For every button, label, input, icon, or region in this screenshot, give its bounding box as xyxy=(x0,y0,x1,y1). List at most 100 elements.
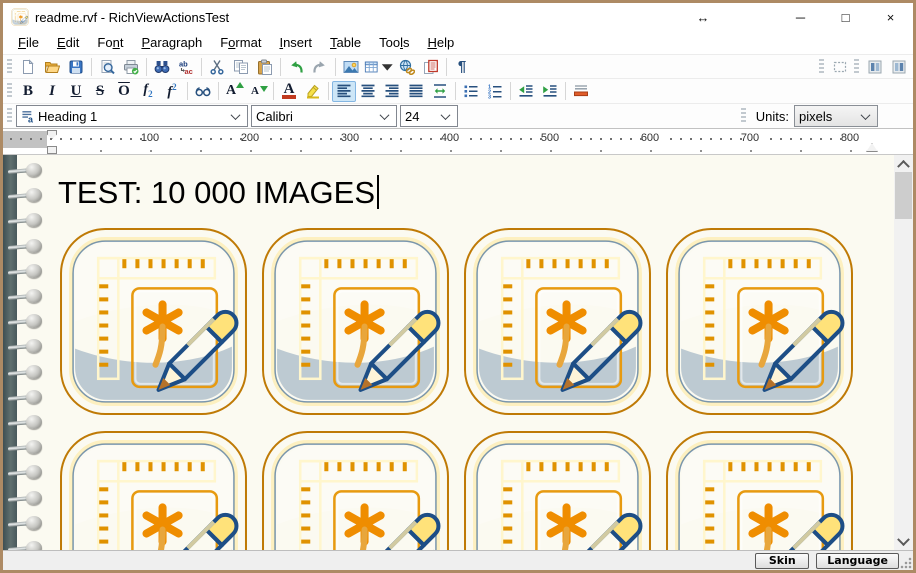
document-image-8[interactable] xyxy=(664,429,855,550)
app-window: readme.rvf - RichViewActionsTest ↔─□× Fi… xyxy=(0,0,916,573)
fit-width-button[interactable] xyxy=(428,81,452,102)
menu-font[interactable]: Font xyxy=(88,33,132,52)
indent-icon xyxy=(542,83,558,99)
subscript-button[interactable]: f2 xyxy=(136,81,160,102)
toolbar-grip[interactable] xyxy=(741,108,746,124)
scroll-up-button[interactable] xyxy=(894,155,913,171)
menu-insert[interactable]: Insert xyxy=(270,33,321,52)
menu-format[interactable]: Format xyxy=(211,33,270,52)
document-image-6[interactable] xyxy=(260,429,451,550)
highlight-button[interactable] xyxy=(301,81,325,102)
document-image-3[interactable] xyxy=(462,226,653,417)
align-left-button[interactable] xyxy=(332,81,356,102)
menu-edit[interactable]: Edit xyxy=(48,33,88,52)
chevron-down-icon xyxy=(380,110,390,120)
skin-button[interactable]: Skin xyxy=(755,553,809,569)
overline-button[interactable]: O xyxy=(112,81,136,102)
insert-table-button[interactable] xyxy=(363,56,395,77)
print-button[interactable] xyxy=(119,56,143,77)
redo-button[interactable] xyxy=(308,56,332,77)
document-image-2[interactable] xyxy=(260,226,451,417)
toolbar-grip[interactable] xyxy=(7,108,12,124)
view-glasses-button[interactable] xyxy=(191,81,215,102)
page-layout-a-button[interactable] xyxy=(863,56,887,77)
document-image-5[interactable] xyxy=(58,429,249,550)
font-name-combo[interactable]: Calibri xyxy=(251,105,397,127)
toolbar-grip[interactable] xyxy=(854,59,859,75)
document-image-1[interactable] xyxy=(58,226,249,417)
align-right-button[interactable] xyxy=(380,81,404,102)
app-icon xyxy=(11,8,29,26)
font-name-value: Calibri xyxy=(256,109,377,124)
find-icon xyxy=(154,59,170,75)
toolbar-grip[interactable] xyxy=(7,83,12,99)
grow-font-button[interactable]: A xyxy=(222,81,246,102)
toolbar-separator xyxy=(446,58,447,76)
resize-grip[interactable] xyxy=(900,557,912,569)
language-button[interactable]: Language xyxy=(816,553,899,569)
toolbar-grip[interactable] xyxy=(819,59,824,75)
scrollbar-thumb[interactable] xyxy=(895,172,912,219)
bullets-button[interactable] xyxy=(459,81,483,102)
paragraph-style-combo[interactable]: Heading 1 xyxy=(16,105,248,127)
toolbar-grip[interactable] xyxy=(7,59,12,75)
left-indent-marker[interactable] xyxy=(47,146,57,154)
numbering-button[interactable] xyxy=(483,81,507,102)
replace-icon xyxy=(178,59,194,75)
menu-help[interactable]: Help xyxy=(418,33,463,52)
replace-button[interactable] xyxy=(174,56,198,77)
copy-button[interactable] xyxy=(229,56,253,77)
underline-button[interactable]: U xyxy=(64,81,88,102)
fit-icon xyxy=(432,83,448,99)
outdent-button[interactable] xyxy=(514,81,538,102)
close-button[interactable]: × xyxy=(868,10,913,25)
vertical-scrollbar[interactable] xyxy=(894,155,913,550)
toolbar-separator xyxy=(218,82,219,100)
scroll-down-button[interactable] xyxy=(894,534,913,550)
toolbar-separator xyxy=(565,82,566,100)
minimize-button[interactable]: ─ xyxy=(778,10,823,25)
spiral-ring xyxy=(8,289,42,303)
resize-arrows[interactable]: ↔ xyxy=(658,10,748,25)
superscript-button[interactable]: f2 xyxy=(160,81,184,102)
menu-file[interactable]: File xyxy=(9,33,48,52)
units-combo[interactable]: pixels xyxy=(794,105,878,127)
indent-button[interactable] xyxy=(538,81,562,102)
bold-button[interactable]: B xyxy=(16,81,40,102)
print-preview-button[interactable] xyxy=(95,56,119,77)
hyperlink-button[interactable] xyxy=(395,56,419,77)
maximize-button[interactable]: □ xyxy=(823,10,868,25)
new-document-button[interactable] xyxy=(16,56,40,77)
horizontal-rule-button[interactable] xyxy=(569,81,593,102)
open-button[interactable] xyxy=(40,56,64,77)
align-center-button[interactable] xyxy=(356,81,380,102)
undo-button[interactable] xyxy=(284,56,308,77)
show-paragraph-marks-button[interactable]: ¶ xyxy=(450,56,474,77)
status-bar: Skin Language xyxy=(3,550,913,570)
insert-file-button[interactable] xyxy=(419,56,443,77)
menu-paragraph[interactable]: Paragraph xyxy=(132,33,211,52)
find-button[interactable] xyxy=(150,56,174,77)
page-layout-b-button[interactable] xyxy=(887,56,911,77)
strikeout-button[interactable]: S xyxy=(88,81,112,102)
document-editor[interactable]: TEST: 10 000 IMAGES xyxy=(3,155,913,550)
right-indent-marker[interactable] xyxy=(866,143,878,152)
print-icon xyxy=(123,59,139,75)
first-line-indent-marker[interactable] xyxy=(47,130,57,139)
menu-tools[interactable]: Tools xyxy=(370,33,418,52)
selection-frame-button[interactable] xyxy=(828,56,852,77)
shrink-font-button[interactable]: A xyxy=(246,81,270,102)
italic-button[interactable]: I xyxy=(40,81,64,102)
insert-picture-button[interactable] xyxy=(339,56,363,77)
document-image-7[interactable] xyxy=(462,429,653,550)
font-size-combo[interactable]: 24 xyxy=(400,105,458,127)
font-color-button-glyph: A xyxy=(284,82,295,100)
align-justify-button[interactable] xyxy=(404,81,428,102)
menu-table[interactable]: Table xyxy=(321,33,370,52)
font-color-button[interactable]: A xyxy=(277,81,301,102)
spiral-ring xyxy=(8,339,42,353)
save-button[interactable] xyxy=(64,56,88,77)
document-image-4[interactable] xyxy=(664,226,855,417)
cut-button[interactable] xyxy=(205,56,229,77)
paste-button[interactable] xyxy=(253,56,277,77)
